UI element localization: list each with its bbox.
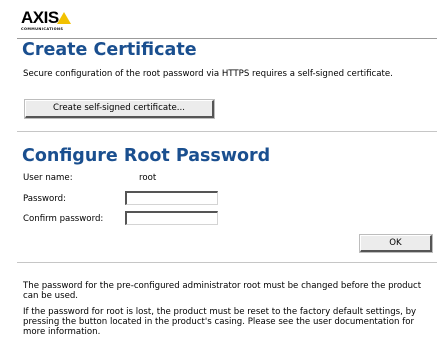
confirm-password-label: Confirm password: <box>23 214 104 224</box>
section-divider <box>17 131 437 132</box>
logo-triangle-icon <box>57 12 71 24</box>
configure-root-password-heading: Configure Root Password <box>22 146 271 166</box>
lost-password-note: If the password for root is lost, the pr… <box>23 307 417 337</box>
create-certificate-heading: Create Certificate <box>22 40 197 60</box>
user-name-value: root <box>139 173 157 183</box>
setup-page: AXIS COMMUNICATIONS Create Certificate S… <box>17 0 437 347</box>
user-name-label: User name: <box>23 173 73 183</box>
create-certificate-button[interactable]: Create self-signed certificate... <box>24 99 215 119</box>
axis-logo: AXIS COMMUNICATIONS <box>21 9 81 35</box>
logo-text: AXIS <box>21 8 59 27</box>
password-field[interactable] <box>125 191 218 205</box>
change-password-note: The password for the pre-configured admi… <box>23 281 422 301</box>
logo-subtext: COMMUNICATIONS <box>21 27 64 31</box>
confirm-password-field[interactable] <box>125 211 218 225</box>
password-label: Password: <box>23 194 67 204</box>
ok-button[interactable]: OK <box>359 234 433 253</box>
certificate-description: Secure configuration of the root passwor… <box>23 69 393 79</box>
footer-divider <box>17 262 437 263</box>
